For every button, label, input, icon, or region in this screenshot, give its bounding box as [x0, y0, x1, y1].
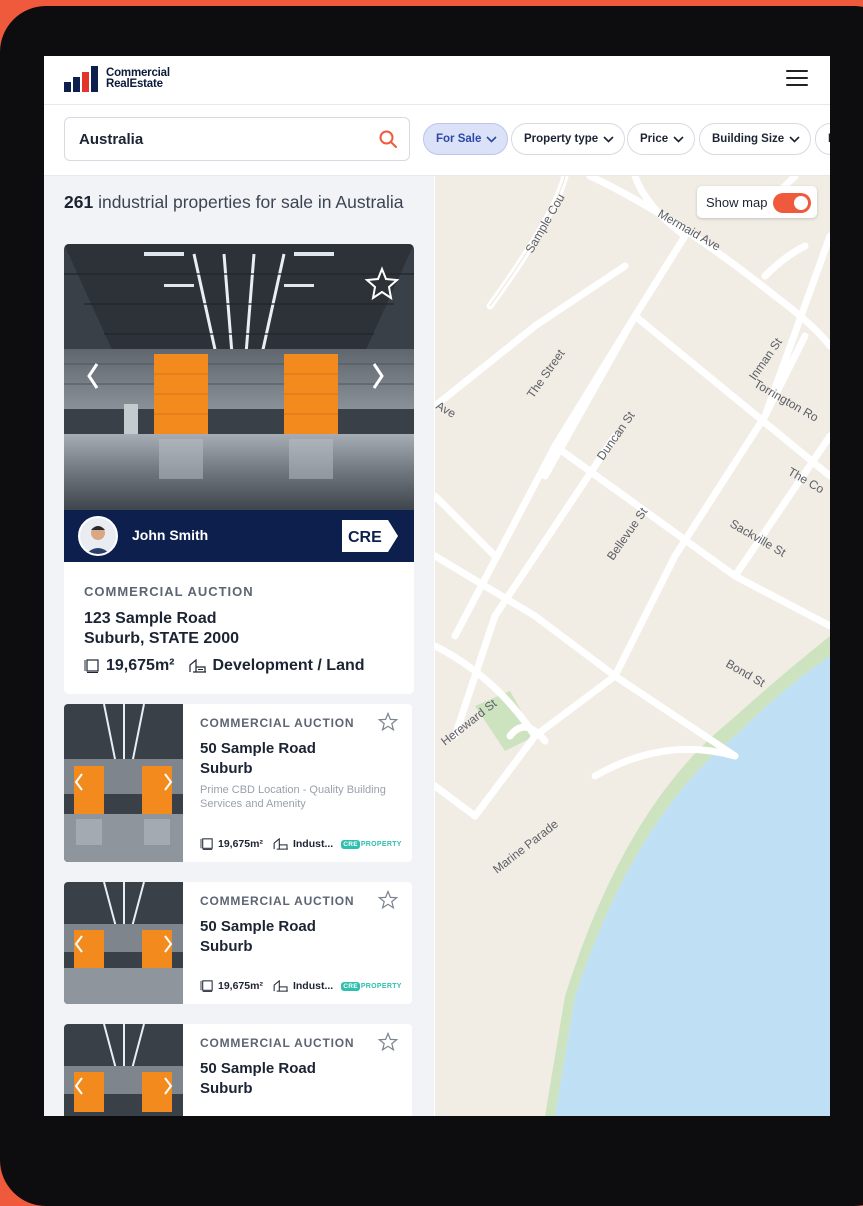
filter-label: Price	[640, 133, 669, 145]
listing-description: Prime CBD Location - Quality Building Se…	[200, 784, 386, 810]
filter-label: For Sale	[436, 133, 482, 145]
chevron-down-icon	[673, 135, 684, 143]
floor-area-icon	[200, 838, 213, 850]
listing-address-line1: 123 Sample Road	[84, 610, 217, 627]
brand-logo[interactable]: Commercial RealEstate	[64, 66, 170, 92]
cre-agency-logo: CRE	[342, 520, 398, 552]
favourite-star-icon[interactable]	[378, 712, 398, 732]
logo-bars-icon	[64, 66, 98, 92]
listing-card[interactable]: COMMERCIAL AUCTION 50 Sample Road Suburb…	[64, 882, 412, 1004]
listing-address-line2: Suburb, STATE 2000	[84, 630, 239, 647]
floor-area-icon	[84, 659, 99, 673]
top-header: Commercial RealEstate	[44, 56, 830, 105]
listing-thumbnail	[64, 704, 183, 862]
building-type-icon	[273, 980, 288, 992]
listing-type: COMMERCIAL AUCTION	[200, 894, 355, 908]
listing-thumbnail	[64, 1024, 183, 1116]
featured-listing-card[interactable]: John Smith CRE COMMERCIAL AUCTION 123 Sa…	[64, 244, 414, 694]
listing-address-line1: 50 Sample Road	[200, 1060, 316, 1077]
listing-type: COMMERCIAL AUCTION	[84, 584, 254, 599]
listing-meta: 19,675m² Development / Land	[84, 657, 365, 675]
filter-price[interactable]: Price	[627, 123, 696, 155]
show-map-toggle[interactable]: Show map	[697, 186, 817, 218]
listing-meta: 19,675m² Indust... CRE PROPERTY	[200, 980, 402, 992]
listing-address-line1: 50 Sample Road	[200, 740, 316, 757]
filter-for-sale[interactable]: For Sale	[423, 123, 509, 155]
building-type-icon	[188, 659, 206, 673]
filter-label: L	[828, 133, 830, 145]
search-icon[interactable]	[379, 130, 397, 148]
warehouse-photo	[64, 244, 414, 510]
menu-hamburger-icon[interactable]	[786, 70, 808, 88]
results-text: industrial properties for sale in Austra…	[98, 192, 404, 212]
building-type-icon	[273, 838, 288, 850]
filter-bar: Australia For Sale Property type Price B…	[44, 105, 830, 176]
listing-category: Development / Land	[212, 657, 365, 674]
listing-type: COMMERCIAL AUCTION	[200, 1036, 355, 1050]
listing-meta: 19,675m² Indust... CRE PROPERTY	[200, 838, 402, 850]
listing-size: 19,675m²	[218, 980, 263, 992]
agent-avatar	[78, 516, 118, 556]
app-screen: Commercial RealEstate Australia For Sale…	[44, 56, 830, 1116]
listing-card[interactable]: COMMERCIAL AUCTION 50 Sample Road Suburb…	[64, 704, 412, 862]
results-count: 261	[64, 192, 94, 212]
chevron-down-icon	[486, 135, 497, 143]
results-heading: 261 industrial properties for sale in Au…	[64, 192, 404, 213]
svg-text:CRE: CRE	[348, 529, 382, 546]
filter-label: Building Size	[712, 133, 785, 145]
filter-more[interactable]: L	[815, 123, 830, 155]
floor-area-icon	[200, 980, 213, 992]
chevron-down-icon	[789, 135, 800, 143]
map-panel[interactable]: Sample Cou Mermaid Ave Inman St The Stre…	[435, 176, 830, 1116]
street-map: Sample Cou Mermaid Ave Inman St The Stre…	[435, 176, 830, 1116]
listing-address-line2: Suburb	[200, 760, 253, 777]
show-map-label: Show map	[706, 195, 768, 210]
agent-name: John Smith	[132, 527, 209, 543]
filter-building-size[interactable]: Building Size	[699, 123, 812, 155]
favourite-star-icon[interactable]	[378, 890, 398, 910]
listing-address-line1: 50 Sample Road	[200, 918, 316, 935]
location-search-input[interactable]: Australia	[64, 117, 410, 161]
listing-category: Indust...	[292, 980, 334, 992]
filter-property-type[interactable]: Property type	[511, 123, 626, 155]
favourite-star-icon[interactable]	[378, 1032, 398, 1052]
listing-address-line2: Suburb	[200, 938, 253, 955]
filter-label: Property type	[524, 133, 599, 145]
listing-thumbnail	[64, 882, 183, 1004]
listing-card[interactable]: COMMERCIAL AUCTION 50 Sample Road Suburb	[64, 1024, 412, 1116]
agent-bar: John Smith CRE	[64, 510, 414, 562]
cre-property-logo: CRE PROPERTY	[341, 839, 402, 849]
cre-property-logo: CRE PROPERTY	[341, 981, 402, 991]
listing-type: COMMERCIAL AUCTION	[200, 716, 355, 730]
results-list: 261 industrial properties for sale in Au…	[44, 176, 434, 1116]
toggle-switch[interactable]	[773, 193, 811, 213]
listing-size: 19,675m²	[106, 657, 175, 674]
chevron-down-icon	[603, 135, 614, 143]
listing-size: 19,675m²	[218, 838, 263, 850]
listing-address-line2: Suburb	[200, 1080, 253, 1097]
listing-category: Indust...	[292, 838, 334, 850]
search-value: Australia	[79, 131, 144, 148]
logo-line-2: RealEstate	[106, 78, 163, 90]
